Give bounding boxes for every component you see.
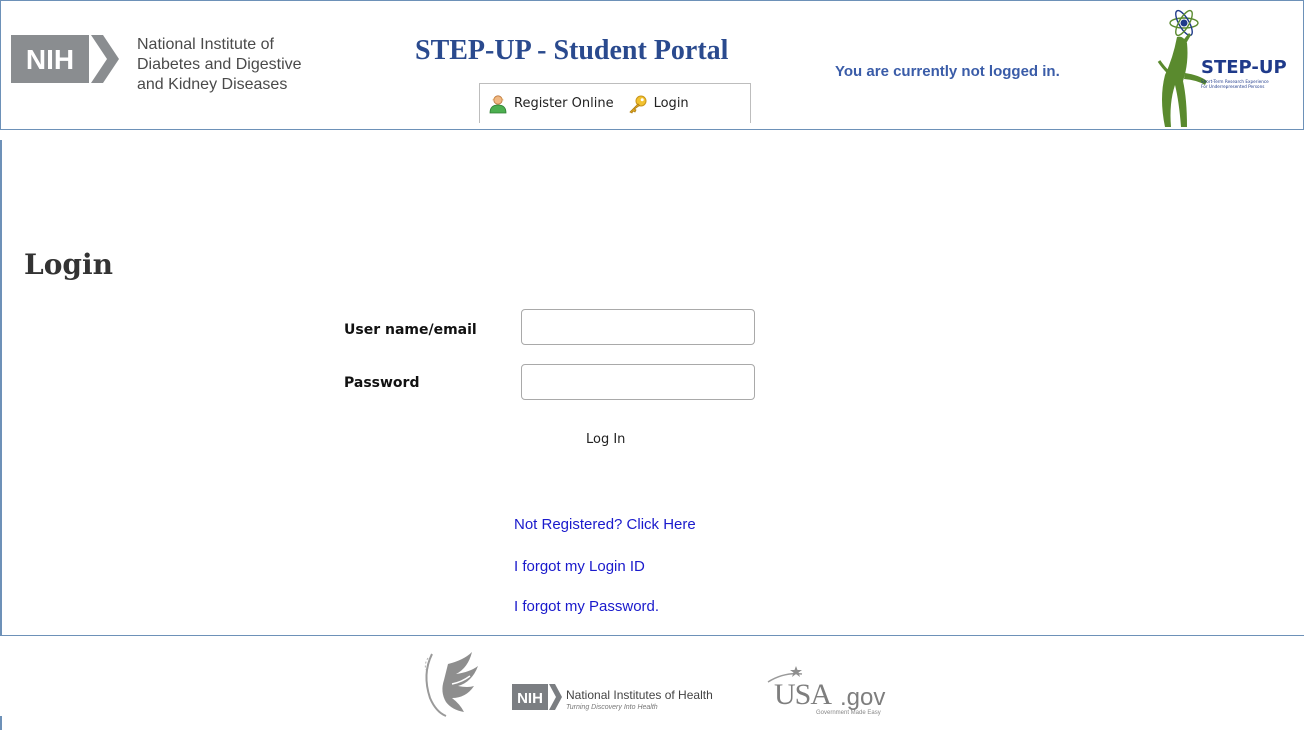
nav-register-online[interactable]: Register Online bbox=[488, 94, 614, 114]
institute-line-3: and Kidney Diseases bbox=[137, 76, 288, 93]
login-status: You are currently not logged in. bbox=[835, 63, 1060, 80]
stepup-logo-name: STEP-UP bbox=[1201, 57, 1287, 78]
nih-footer-name: National Institutes of Health bbox=[566, 688, 713, 702]
nih-footer-logo[interactable]: NIH National Institutes of Health Turnin… bbox=[512, 682, 732, 718]
forgot-password-link[interactable]: I forgot my Password. bbox=[514, 598, 659, 615]
institute-line-2: Diabetes and Digestive bbox=[137, 56, 302, 73]
usagov-usa: USA bbox=[774, 678, 832, 711]
nav-login-label: Login bbox=[653, 96, 689, 111]
key-icon bbox=[628, 94, 648, 114]
atom-icon bbox=[1169, 9, 1199, 37]
user-add-icon bbox=[488, 94, 508, 114]
username-field[interactable] bbox=[521, 309, 755, 345]
forgot-login-id-link[interactable]: I forgot my Login ID bbox=[514, 558, 645, 575]
nih-footer-badge-icon: NIH bbox=[512, 684, 562, 714]
nih-footer-tagline: Turning Discovery Into Health bbox=[566, 704, 658, 711]
page-header: NIH National Institute of Diabetes and D… bbox=[0, 0, 1304, 130]
password-label: Password bbox=[344, 375, 420, 391]
stepup-logo-tagline-2: For Underrepresented Persons bbox=[1201, 84, 1264, 89]
institute-line-1: National Institute of bbox=[137, 36, 274, 53]
top-nav: Register Online Login bbox=[479, 83, 751, 123]
nav-register-label: Register Online bbox=[514, 96, 614, 111]
institute-name: National Institute of Diabetes and Diges… bbox=[137, 35, 367, 95]
not-registered-link[interactable]: Not Registered? Click Here bbox=[514, 516, 696, 533]
nih-badge-icon: NIH bbox=[11, 35, 119, 83]
page-footer: NIH National Institutes of Health Turnin… bbox=[0, 635, 1304, 732]
nih-footer-badge-text: NIH bbox=[517, 690, 543, 707]
niddk-logo[interactable]: NIH National Institute of Diabetes and D… bbox=[11, 23, 361, 113]
portal-title: STEP-UP - Student Portal bbox=[415, 35, 729, 66]
nih-badge-text: NIH bbox=[26, 44, 74, 75]
usagov-tagline: Government Made Easy bbox=[816, 710, 881, 716]
usagov-gov: .gov bbox=[840, 684, 886, 711]
main-content: Login User name/email Password Log In No… bbox=[0, 140, 1304, 636]
page-title: Login bbox=[24, 248, 113, 281]
username-label: User name/email bbox=[344, 322, 477, 338]
password-field[interactable] bbox=[521, 364, 755, 400]
stepup-logo: STEP-UP Short-Term Research Experience F… bbox=[1151, 3, 1301, 129]
nav-login[interactable]: Login bbox=[628, 94, 689, 114]
log-in-button[interactable]: Log In bbox=[586, 432, 625, 447]
hhs-eagle-seal-icon[interactable] bbox=[418, 644, 486, 720]
reaching-figure-icon bbox=[1157, 33, 1207, 127]
footer-border-tick bbox=[0, 716, 2, 730]
usagov-logo[interactable]: USA .gov Government Made Easy bbox=[752, 664, 902, 720]
